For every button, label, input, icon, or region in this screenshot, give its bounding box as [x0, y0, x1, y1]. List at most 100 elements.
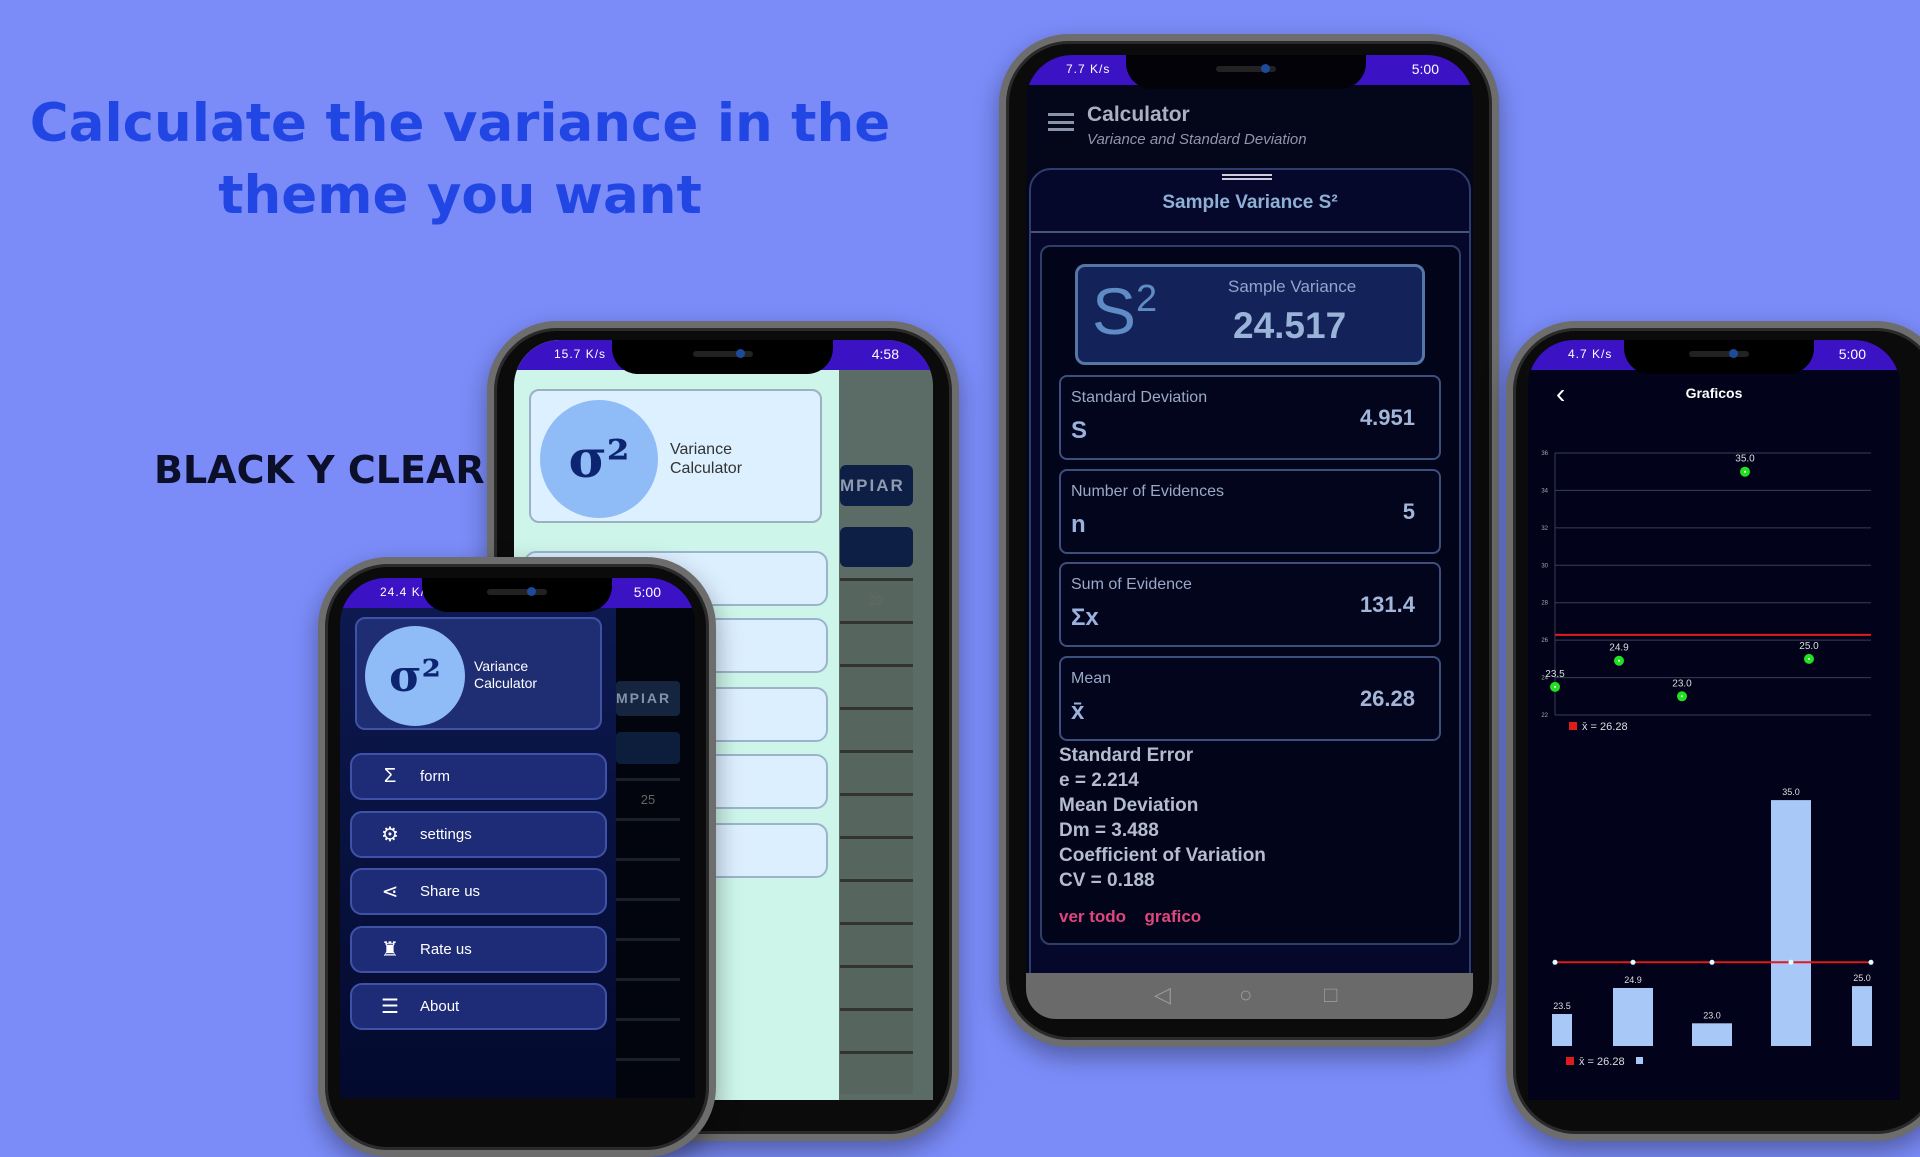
- navigation-bar: ◁ ○ □: [1026, 973, 1473, 1019]
- menu-item-rate-us[interactable]: ♜ Rate us: [350, 925, 607, 973]
- see-all-link[interactable]: ver todo: [1059, 907, 1126, 926]
- bar-label: 35.0: [1782, 787, 1800, 797]
- table-cell[interactable]: [840, 1051, 913, 1094]
- menu-hamburger-icon[interactable]: [1048, 113, 1074, 131]
- recents-nav-icon[interactable]: □: [1324, 982, 1337, 1008]
- mean-line-dot: [1868, 959, 1874, 965]
- bar-label: 25.0: [1853, 973, 1871, 983]
- mean-line-dot: [1552, 959, 1558, 965]
- point-center: [1618, 659, 1620, 662]
- notch: [1126, 55, 1366, 89]
- table-cell[interactable]: [616, 898, 680, 938]
- legend-label: x̄ = 26.28: [1579, 1056, 1625, 1068]
- share-icon: ⋖: [381, 881, 399, 903]
- charts-svg: 222426283032343623.524.923.035.025.0x̄ =…: [1541, 451, 1874, 1068]
- variance-label: Sample Variance: [1228, 277, 1357, 296]
- clock: 5:00: [633, 584, 661, 600]
- notch: [422, 578, 612, 612]
- legend-label: x̄ = 26.28: [1582, 721, 1628, 733]
- table-cell[interactable]: [840, 750, 913, 793]
- back-nav-icon[interactable]: ◁: [1154, 982, 1171, 1008]
- menu-item-form[interactable]: Σform: [350, 753, 607, 800]
- results-screen: 7.7 K/s 5:00 Calculator Variance and Sta…: [1026, 55, 1473, 1019]
- menu-item-label: form: [420, 768, 450, 785]
- menu-item-settings[interactable]: ⚙ settings: [350, 810, 607, 858]
- result-symbol: S: [1071, 417, 1088, 444]
- legend-swatch: [1569, 722, 1577, 730]
- checklist-icon: ☰: [381, 996, 399, 1018]
- table-cell[interactable]: 25: [616, 778, 680, 818]
- result-value: 131.4: [1359, 592, 1415, 617]
- sigma-icon: Σ: [383, 765, 397, 787]
- sample-variance-box: S2 Sample Variance 24.517: [1075, 264, 1425, 365]
- y-tick-label: 32: [1541, 526, 1548, 532]
- table-cell[interactable]: [616, 938, 680, 978]
- table-cell[interactable]: [840, 664, 913, 707]
- table-cell[interactable]: 23: [840, 578, 913, 621]
- mean-line-dot: [1709, 959, 1715, 965]
- background-clear-button[interactable]: MPIAR: [840, 465, 913, 506]
- background-button[interactable]: [840, 527, 913, 567]
- mean-line-dot: [1788, 959, 1794, 965]
- table-cell[interactable]: [840, 922, 913, 965]
- result-symbol: x̄: [1071, 697, 1085, 725]
- menu-item-label: About: [420, 998, 460, 1015]
- y-tick-label: 34: [1541, 488, 1548, 494]
- drag-handle[interactable]: [1222, 174, 1272, 180]
- dark-drawer: σ² Variance Calculator Σform ⚙ settings ⋖ Sha…: [340, 578, 616, 1098]
- bar: [1692, 1023, 1732, 1046]
- point-label: 35.0: [1735, 454, 1755, 465]
- table-cell[interactable]: [616, 1018, 680, 1058]
- stat-label: Coefficient of Variation: [1059, 845, 1266, 866]
- legend-swatch: [1566, 1057, 1574, 1065]
- home-nav-icon[interactable]: ○: [1239, 982, 1252, 1008]
- table-cell[interactable]: [840, 965, 913, 1008]
- menu-item-about[interactable]: ☰ About: [350, 983, 607, 1030]
- y-tick-label: 26: [1541, 638, 1548, 644]
- links: ver todo grafico: [1059, 907, 1215, 927]
- background-button[interactable]: [616, 732, 680, 764]
- table-cell[interactable]: [840, 621, 913, 664]
- table-cell[interactable]: [840, 707, 913, 750]
- result-label: Standard Deviation: [1071, 389, 1208, 406]
- headline-line-2: theme you want: [218, 165, 702, 226]
- result-row: Sum of Evidence Σx 131.4: [1059, 562, 1441, 647]
- result-label: Number of Evidences: [1071, 482, 1224, 500]
- stat-label: Standard Error: [1059, 745, 1194, 766]
- table-cell[interactable]: [840, 879, 913, 922]
- background-clear-button[interactable]: MPIAR: [616, 681, 680, 716]
- result-symbol: n: [1071, 510, 1086, 538]
- legend-swatch: [1636, 1057, 1643, 1064]
- table-cell[interactable]: [840, 793, 913, 836]
- menu-item-label: settings: [420, 825, 472, 843]
- point-center: [1744, 470, 1746, 473]
- result-row: Number of Evidences n 5: [1059, 468, 1441, 554]
- result-label: Sum of Evidence: [1071, 576, 1192, 593]
- app-logo: σ²: [365, 626, 465, 726]
- point-label: 23.0: [1672, 678, 1692, 689]
- table-cell[interactable]: [616, 818, 680, 858]
- result-value: 4.951: [1359, 405, 1415, 430]
- menu-item-label: Share us: [420, 883, 481, 900]
- point-center: [1808, 657, 1810, 660]
- point-center: [1554, 685, 1556, 688]
- app-logo: σ²: [540, 400, 658, 518]
- stat-label: Mean Deviation: [1059, 795, 1199, 816]
- point-center: [1681, 695, 1683, 698]
- y-tick-label: 22: [1541, 713, 1548, 719]
- network-speed: 15.7 K/s: [554, 347, 607, 361]
- chart-link[interactable]: grafico: [1145, 907, 1202, 926]
- table-cell[interactable]: [840, 1008, 913, 1051]
- y-tick-label: 30: [1541, 563, 1548, 569]
- table-cell[interactable]: [616, 978, 680, 1018]
- bar: [1771, 800, 1811, 1046]
- divider: [1031, 231, 1469, 233]
- bar-label: 24.9: [1624, 975, 1642, 985]
- menu-item-share-us[interactable]: ⋖ Share us: [350, 868, 607, 915]
- mean-line-dot: [1630, 959, 1636, 965]
- table-cell[interactable]: [840, 836, 913, 879]
- table-cell[interactable]: [616, 1058, 680, 1098]
- app-name: Variance Calculator: [474, 658, 538, 691]
- app-subtitle: Variance and Standard Deviation: [1087, 131, 1307, 148]
- table-cell[interactable]: [616, 858, 680, 898]
